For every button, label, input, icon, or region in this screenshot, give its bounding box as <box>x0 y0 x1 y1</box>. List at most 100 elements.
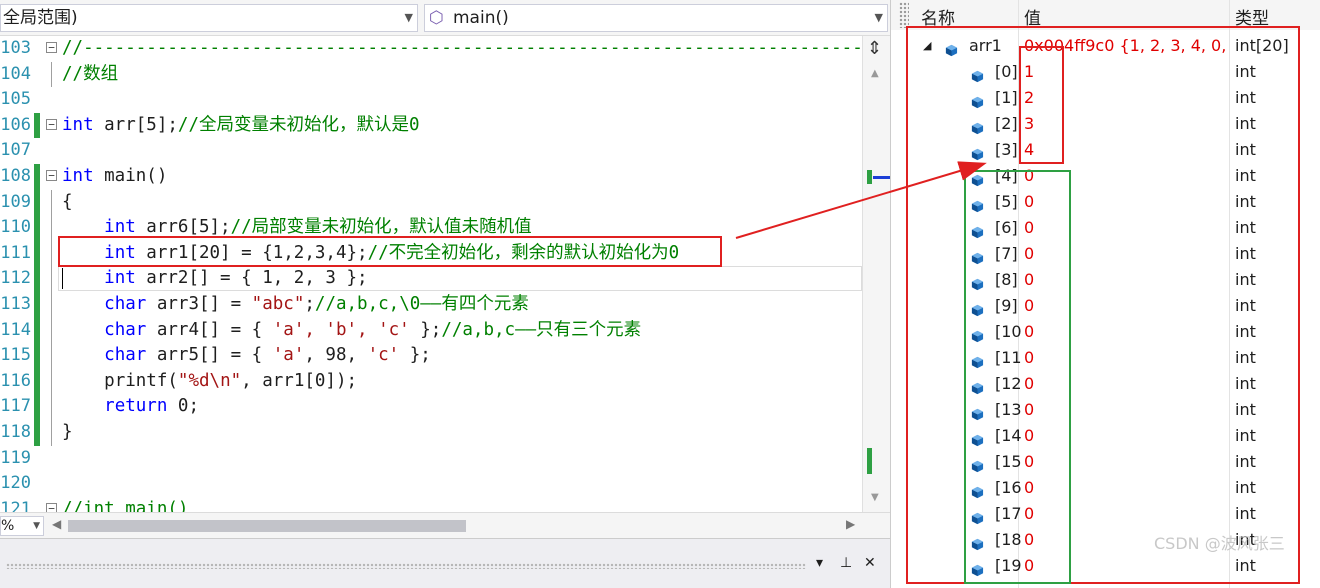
code-line[interactable]: 117 return 0; <box>0 394 862 420</box>
line-number: 116 <box>0 370 31 391</box>
code-text: int main() <box>62 164 167 190</box>
outline-guide <box>51 343 52 369</box>
line-number: 119 <box>0 447 31 468</box>
comment-text: //a,b,c——只有三个元素 <box>441 319 642 340</box>
scroll-left-icon[interactable]: ◀ <box>52 517 61 531</box>
code-text: //数组 <box>62 62 118 88</box>
keyword: int <box>104 217 136 238</box>
code-token: printf( <box>104 370 178 391</box>
watch-window[interactable]: 名称 值 类型 ◢ arr1 0x004ff9c0 {1, 2, 3, 4, 0, … <box>890 0 1320 588</box>
outline-guide <box>51 61 52 88</box>
change-marker <box>867 448 872 474</box>
string-literal: "%d\n" <box>177 370 242 391</box>
panel-grip[interactable] <box>6 563 806 569</box>
code-line[interactable]: 106 − int arr[5];//全局变量未初始化，默认是0 <box>0 112 862 139</box>
change-indicator <box>34 292 40 318</box>
change-marker <box>867 170 872 184</box>
collapse-icon[interactable]: − <box>46 118 57 130</box>
panel-grip[interactable] <box>899 2 909 28</box>
code-line[interactable]: 103 −//----------------------------------… <box>0 36 862 62</box>
annotation-red-box <box>58 236 722 267</box>
code-line[interactable]: 105 <box>0 87 862 113</box>
pin-icon[interactable]: ⊥ <box>840 555 852 571</box>
code-token: } <box>62 422 73 442</box>
comment-text: //--------------------------------------… <box>62 38 862 58</box>
outline-guide <box>51 292 52 318</box>
change-indicator <box>34 368 40 395</box>
keyword: int <box>62 114 94 135</box>
code-line[interactable]: 121 −//int main() <box>0 497 862 512</box>
outline-guide <box>51 215 52 241</box>
code-line[interactable]: 112 int arr2[] = { 1, 2, 3 }; <box>0 266 862 292</box>
code-token: }; <box>399 345 431 366</box>
string-literal: "abc" <box>251 294 305 314</box>
scroll-up-icon[interactable]: ▲ <box>871 68 879 79</box>
code-line[interactable]: 115 char arr5[] = { 'a', 98, 'c' }; <box>0 343 862 369</box>
line-number: 108 <box>0 166 31 186</box>
code-text: { <box>62 190 73 216</box>
watermark: CSDN @波风张三 <box>1154 534 1285 553</box>
code-line[interactable]: 114 char arr4[] = { 'a', 'b', 'c' };//a,… <box>0 317 862 344</box>
code-line[interactable]: 108 − int main() <box>0 164 862 190</box>
change-indicator <box>34 266 40 292</box>
horizontal-scroll-thumb[interactable] <box>68 520 466 532</box>
scroll-right-icon[interactable]: ▶ <box>846 517 855 531</box>
chevron-down-icon: ▼ <box>33 521 40 531</box>
code-text-area[interactable]: 103−//----------------------------------… <box>0 36 862 512</box>
line-number: 106 <box>0 114 31 135</box>
outline-guide <box>51 266 52 292</box>
code-line[interactable]: 118} <box>0 420 862 446</box>
code-token: arr[5]; <box>93 114 178 135</box>
vertical-scrollbar[interactable]: ⇕ ▲ ▼ <box>862 36 891 512</box>
line-number: 110 <box>0 217 31 238</box>
code-token: main() <box>93 166 168 186</box>
scroll-down-icon[interactable]: ▼ <box>871 492 879 503</box>
scope-dropdown-label: 全局范围) <box>3 8 78 28</box>
code-editor[interactable]: 全局范围) ▼ ⬡ main() ▼ 103−//---------------… <box>0 0 891 588</box>
change-indicator <box>34 189 40 216</box>
collapse-icon[interactable]: − <box>46 42 57 53</box>
dropdown-arrow-icon[interactable]: ▾ <box>816 555 823 571</box>
keyword: char <box>104 345 147 366</box>
line-number: 113 <box>0 294 31 314</box>
scope-dropdown[interactable]: 全局范围) ▼ <box>0 4 418 32</box>
member-dropdown[interactable]: ⬡ main() ▼ <box>424 4 888 32</box>
collapse-icon[interactable]: − <box>46 170 57 181</box>
comment-text: //int main() <box>62 498 189 512</box>
comment-text: //数组 <box>62 63 119 84</box>
annotation-red-box <box>1019 46 1064 164</box>
line-number: 120 <box>0 473 31 494</box>
method-icon: ⬡ <box>429 8 444 28</box>
code-line[interactable]: 104 //数组 <box>0 61 862 88</box>
code-token: ; <box>304 294 315 314</box>
code-token: arr3[] = <box>146 294 252 314</box>
horizontal-scrollbar-bar: % ▼ ◀ ▶ <box>0 512 890 538</box>
split-window-icon[interactable]: ⇕ <box>867 38 882 59</box>
change-indicator <box>34 317 40 344</box>
zoom-dropdown[interactable]: % ▼ <box>0 516 44 536</box>
outline-guide <box>51 394 52 420</box>
navigation-bar: 全局范围) ▼ ⬡ main() ▼ <box>0 0 890 36</box>
code-token: { <box>62 191 73 212</box>
code-token: , arr1[0]); <box>241 370 358 391</box>
code-line[interactable]: 120 <box>0 471 862 497</box>
keyword: return <box>104 396 168 417</box>
collapse-icon[interactable]: − <box>46 502 57 512</box>
code-line[interactable]: 113 char arr3[] = "abc";//a,b,c,\0——有四个元… <box>0 292 862 318</box>
string-literal: 'c' <box>367 345 400 366</box>
code-line[interactable]: 119 <box>0 446 862 472</box>
code-text: char arr4[] = { 'a', 'b', 'c' };//a,b,c—… <box>62 318 641 344</box>
code-line[interactable]: 109 { <box>0 189 862 216</box>
keyword: int <box>104 268 136 289</box>
close-icon[interactable]: ✕ <box>864 555 876 571</box>
code-text: int arr2[] = { 1, 2, 3 }; <box>62 266 367 292</box>
outline-guide <box>51 317 52 344</box>
code-text: printf("%d\n", arr1[0]); <box>62 369 357 395</box>
chevron-down-icon: ▼ <box>874 11 883 24</box>
line-number: 104 <box>0 63 31 84</box>
change-indicator <box>34 240 40 267</box>
code-line[interactable]: 116 printf("%d\n", arr1[0]); <box>0 368 862 395</box>
code-token: , 98, <box>304 345 368 366</box>
code-line[interactable]: 107 <box>0 138 862 164</box>
outline-guide <box>51 420 52 446</box>
